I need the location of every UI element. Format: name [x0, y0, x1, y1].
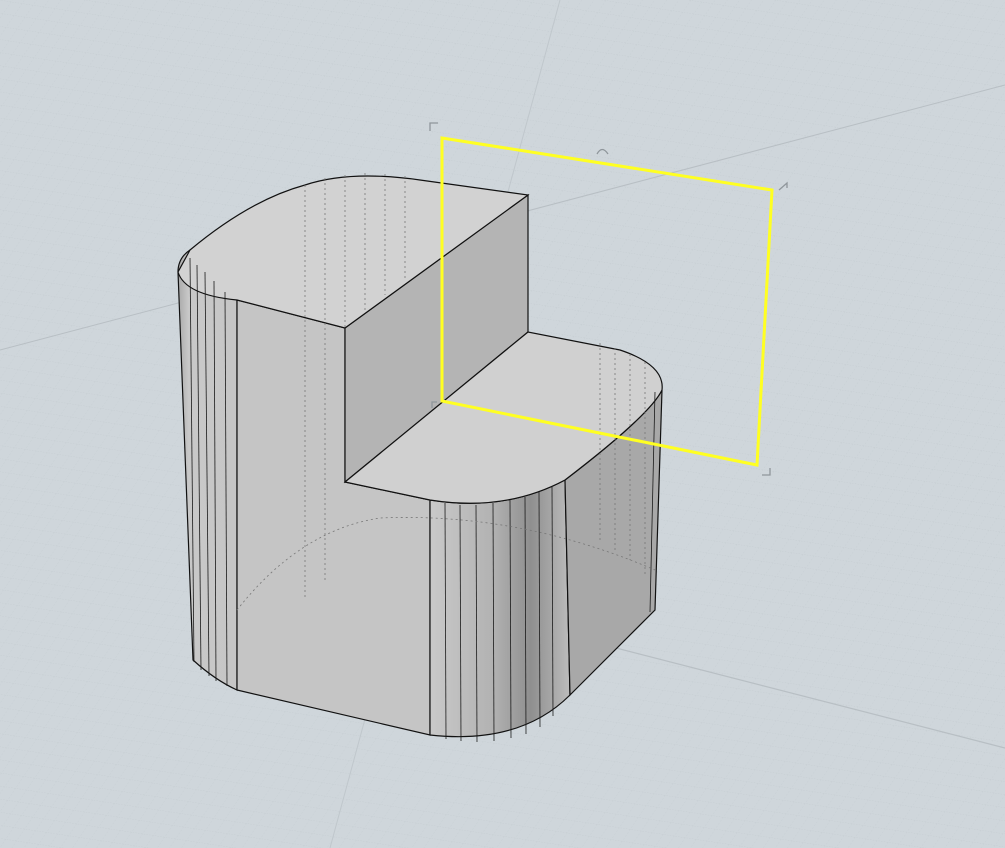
3d-viewport[interactable]	[0, 0, 1005, 848]
rounded-corner-column	[429, 479, 571, 738]
viewport-canvas[interactable]	[0, 0, 1005, 848]
